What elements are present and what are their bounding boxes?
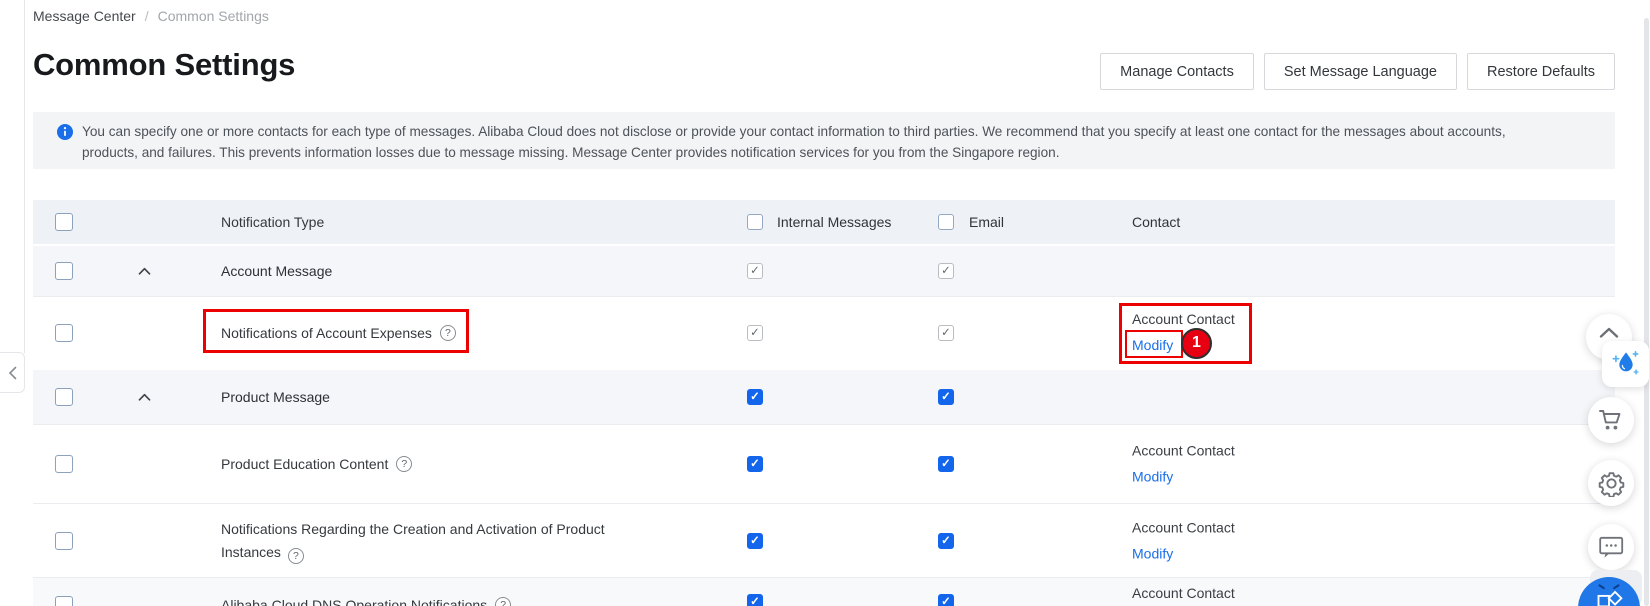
- assistant-icon: [1588, 580, 1630, 606]
- notification-type-label: Product Message: [221, 389, 330, 405]
- page-actions: Manage Contacts Set Message Language Res…: [1100, 53, 1615, 90]
- modify-link[interactable]: Modify: [1132, 467, 1173, 488]
- row-select-checkbox[interactable]: [55, 324, 73, 342]
- chevron-up-icon: [1599, 327, 1619, 338]
- restore-defaults-button[interactable]: Restore Defaults: [1467, 53, 1615, 90]
- notification-type-label: Account Message: [221, 263, 332, 279]
- breadcrumb: Message Center / Common Settings: [33, 8, 269, 24]
- internal-messages-checkbox[interactable]: ✓: [747, 325, 763, 341]
- modify-link[interactable]: Modify: [1132, 335, 1173, 356]
- water-drop-widget[interactable]: [1602, 341, 1649, 387]
- column-header-contact: Contact: [1132, 214, 1180, 230]
- notification-type-label: Notifications of Account Expenses ?: [221, 325, 456, 341]
- table-row-account-message: Account Message ✓ ✓: [33, 244, 1615, 296]
- row-select-checkbox[interactable]: [55, 455, 73, 473]
- breadcrumb-message-center[interactable]: Message Center: [33, 8, 136, 24]
- water-drop-icon: [1608, 346, 1644, 382]
- info-banner: You can specify one or more contacts for…: [33, 112, 1615, 169]
- column-header-email: Email: [969, 214, 1004, 230]
- internal-messages-checkbox[interactable]: ✓: [747, 263, 763, 279]
- select-all-checkbox[interactable]: [55, 213, 73, 231]
- contact-cell: Account Contact Modify: [1132, 517, 1235, 564]
- info-icon: [57, 124, 73, 169]
- chat-bubble-icon: [1599, 536, 1624, 559]
- row-select-checkbox[interactable]: [55, 532, 73, 550]
- email-checkbox[interactable]: ✓: [938, 533, 954, 549]
- manage-contacts-button[interactable]: Manage Contacts: [1100, 53, 1254, 90]
- question-circle-icon[interactable]: ?: [288, 548, 304, 564]
- feedback-button[interactable]: [1588, 524, 1634, 570]
- table-row-account-expenses: Notifications of Account Expenses ? ✓ ✓ …: [33, 296, 1615, 368]
- breadcrumb-current: Common Settings: [158, 8, 269, 24]
- question-circle-icon[interactable]: ?: [495, 597, 511, 606]
- modify-link[interactable]: Modify: [1132, 543, 1173, 564]
- email-checkbox[interactable]: ✓: [938, 325, 954, 341]
- contact-cell: Account Contact Modify: [1132, 309, 1235, 356]
- column-header-notification-type: Notification Type: [221, 214, 324, 230]
- set-message-language-button[interactable]: Set Message Language: [1264, 53, 1457, 90]
- contact-name: Account Contact: [1132, 517, 1235, 538]
- panel-divider: [24, 0, 25, 353]
- info-banner-text: You can specify one or more contacts for…: [82, 121, 1542, 169]
- chevron-left-icon: [8, 366, 17, 380]
- row-select-checkbox[interactable]: [55, 388, 73, 406]
- cart-icon: [1598, 408, 1624, 432]
- page-scrollbar[interactable]: [1644, 18, 1649, 606]
- notification-settings-table: Notification Type Internal Messages Emai…: [33, 200, 1615, 606]
- internal-messages-checkbox[interactable]: ✓: [747, 533, 763, 549]
- sidebar-collapse-handle[interactable]: [0, 352, 25, 393]
- contact-name: Account Contact: [1132, 309, 1235, 330]
- internal-messages-checkbox[interactable]: ✓: [747, 594, 763, 606]
- gear-icon: [1598, 470, 1625, 497]
- notification-type-label: Notifications Regarding the Creation and…: [221, 518, 625, 564]
- settings-button[interactable]: [1588, 460, 1634, 506]
- internal-messages-checkbox[interactable]: ✓: [747, 389, 763, 405]
- row-select-checkbox[interactable]: [55, 596, 73, 606]
- breadcrumb-separator: /: [145, 8, 149, 24]
- contact-name: Account Contact: [1132, 583, 1235, 604]
- table-header-row: Notification Type Internal Messages Emai…: [33, 200, 1615, 244]
- chevron-up-icon[interactable]: [138, 393, 151, 401]
- column-header-internal-messages: Internal Messages: [777, 214, 891, 230]
- table-row-product-message: Product Message ✓ ✓: [33, 368, 1615, 424]
- email-checkbox[interactable]: ✓: [938, 263, 954, 279]
- question-circle-icon[interactable]: ?: [440, 325, 456, 341]
- internal-messages-column-checkbox[interactable]: [747, 214, 763, 230]
- contact-cell: Account Contact: [1132, 583, 1235, 606]
- common-settings-page: Message Center / Common Settings Common Se…: [0, 0, 1650, 606]
- question-circle-icon[interactable]: ?: [396, 456, 412, 472]
- email-checkbox[interactable]: ✓: [938, 456, 954, 472]
- page-title: Common Settings: [33, 47, 295, 83]
- table-row-product-instances: Notifications Regarding the Creation and…: [33, 503, 1615, 577]
- notification-type-label: Alibaba Cloud DNS Operation Notification…: [221, 597, 511, 606]
- cart-button[interactable]: [1588, 397, 1634, 443]
- contact-cell: Account Contact Modify: [1132, 441, 1235, 488]
- email-column-checkbox[interactable]: [938, 214, 954, 230]
- table-row-product-education: Product Education Content ? ✓ ✓ Account …: [33, 424, 1615, 503]
- notification-type-label: Product Education Content ?: [221, 456, 412, 472]
- email-checkbox[interactable]: ✓: [938, 594, 954, 606]
- chevron-up-icon[interactable]: [138, 267, 151, 275]
- email-checkbox[interactable]: ✓: [938, 389, 954, 405]
- row-select-checkbox[interactable]: [55, 262, 73, 280]
- contact-name: Account Contact: [1132, 441, 1235, 462]
- internal-messages-checkbox[interactable]: ✓: [747, 456, 763, 472]
- table-row-dns-notifications: Alibaba Cloud DNS Operation Notification…: [33, 577, 1615, 606]
